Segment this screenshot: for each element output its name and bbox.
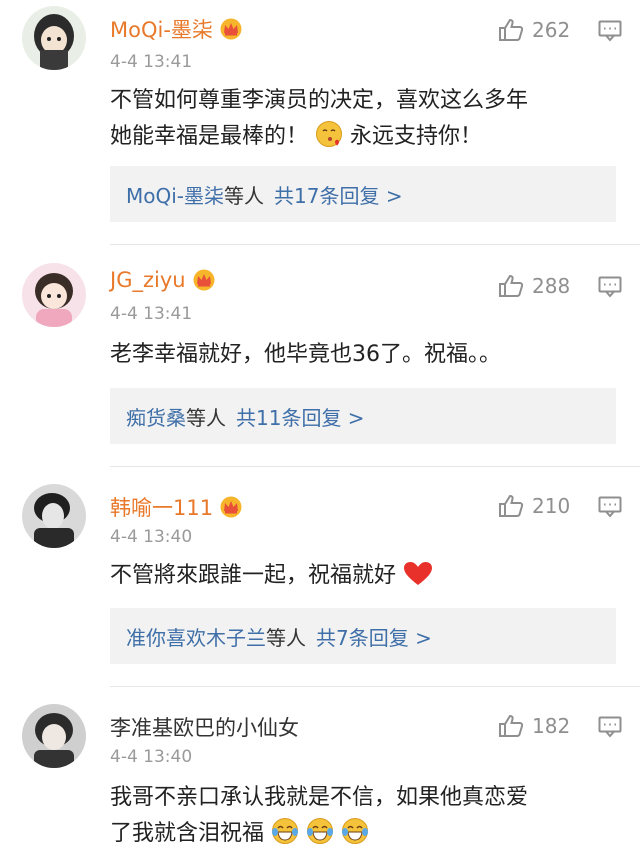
- crown-icon: [219, 496, 243, 518]
- comment-text-line: 了我就含泪祝福: [110, 816, 615, 857]
- tears-of-joy-emoji-icon: [341, 817, 369, 857]
- heart-emoji-icon: [403, 561, 433, 599]
- username[interactable]: MoQi-墨柒: [110, 14, 243, 44]
- comment-icon[interactable]: [598, 496, 622, 522]
- crown-icon: [192, 269, 216, 291]
- thumbs-up-icon: [499, 18, 524, 41]
- comment-text: 我哥不亲口承认我就是不信，如果他真恋爱 了我就含泪祝福: [110, 780, 615, 857]
- comment-text-part: 她能幸福是最棒的！: [110, 124, 309, 149]
- thumbs-up-icon: [499, 494, 524, 517]
- username[interactable]: 李准基欧巴的小仙女: [110, 712, 299, 742]
- like-count: 182: [532, 714, 571, 738]
- view-replies-link[interactable]: 共17条回复 >: [274, 180, 403, 209]
- like-count: 288: [532, 274, 571, 298]
- comment-text-part: 了我就含泪祝福: [110, 821, 265, 846]
- comment-icon[interactable]: [598, 276, 622, 302]
- replies-box[interactable]: MoQi-墨柒 等人 共17条回复 >: [110, 166, 616, 222]
- reply-etc: 等人: [266, 625, 306, 650]
- divider: [110, 466, 640, 467]
- username-text[interactable]: MoQi-墨柒: [110, 14, 213, 44]
- reply-etc: 等人: [224, 183, 265, 208]
- comment-text-line: 她能幸福是最棒的！ 永远支持你！: [110, 119, 615, 160]
- timestamp: 4-4 13:41: [110, 304, 193, 324]
- username[interactable]: 韩喻一111: [110, 492, 243, 522]
- username-text[interactable]: 李准基欧巴的小仙女: [110, 712, 299, 742]
- view-replies-link[interactable]: 共7条回复 >: [316, 622, 432, 651]
- kiss-emoji-icon: [315, 120, 343, 160]
- like-button[interactable]: 288: [498, 274, 570, 298]
- like-button[interactable]: 262: [498, 18, 570, 42]
- avatar[interactable]: [22, 6, 86, 70]
- comment-text: 不管如何尊重李演员的决定，喜欢这么多年 她能幸福是最棒的！ 永远支持你！: [110, 83, 615, 160]
- username-text[interactable]: JG_ziyu: [110, 268, 186, 292]
- thumbs-up-icon: [499, 714, 524, 737]
- avatar[interactable]: [22, 704, 86, 768]
- view-replies-link[interactable]: 共11条回复 >: [236, 402, 365, 431]
- avatar[interactable]: [22, 484, 86, 548]
- like-button[interactable]: 210: [498, 494, 570, 518]
- comment-icon[interactable]: [598, 716, 622, 742]
- like-count: 262: [532, 18, 571, 42]
- thumbs-up-icon: [499, 274, 524, 297]
- divider: [110, 686, 640, 687]
- username-text[interactable]: 韩喻一111: [110, 492, 213, 522]
- reply-user-link[interactable]: MoQi-墨柒: [126, 180, 224, 209]
- comment-icon[interactable]: [598, 20, 622, 46]
- reply-user-link[interactable]: 痴货桑: [126, 402, 186, 431]
- comment-text: 老李幸福就好，他毕竟也36了。祝福。。: [110, 342, 501, 367]
- replies-box[interactable]: 痴货桑 等人 共11条回复 >: [110, 388, 616, 444]
- reply-user-link[interactable]: 准你喜欢木子兰: [126, 622, 266, 651]
- timestamp: 4-4 13:41: [110, 52, 193, 72]
- crown-icon: [219, 18, 243, 40]
- reply-etc: 等人: [186, 405, 226, 430]
- tears-of-joy-emoji-icon: [306, 817, 334, 857]
- comment-text-part: 永远支持你！: [350, 124, 483, 149]
- tears-of-joy-emoji-icon: [271, 817, 299, 857]
- avatar[interactable]: [22, 263, 86, 327]
- like-count: 210: [532, 494, 571, 518]
- comment-text-line: 我哥不亲口承认我就是不信，如果他真恋爱: [110, 785, 529, 810]
- comment-text-line: 不管如何尊重李演员的决定，喜欢这么多年: [110, 88, 529, 113]
- comment-text-part: 不管將來跟誰一起，祝福就好: [110, 563, 397, 588]
- comment-text: 不管將來跟誰一起，祝福就好: [110, 558, 615, 599]
- like-button[interactable]: 182: [498, 714, 570, 738]
- replies-box[interactable]: 准你喜欢木子兰 等人 共7条回复 >: [110, 608, 616, 664]
- divider: [110, 244, 640, 245]
- username[interactable]: JG_ziyu: [110, 268, 216, 292]
- timestamp: 4-4 13:40: [110, 527, 193, 547]
- timestamp: 4-4 13:40: [110, 747, 193, 767]
